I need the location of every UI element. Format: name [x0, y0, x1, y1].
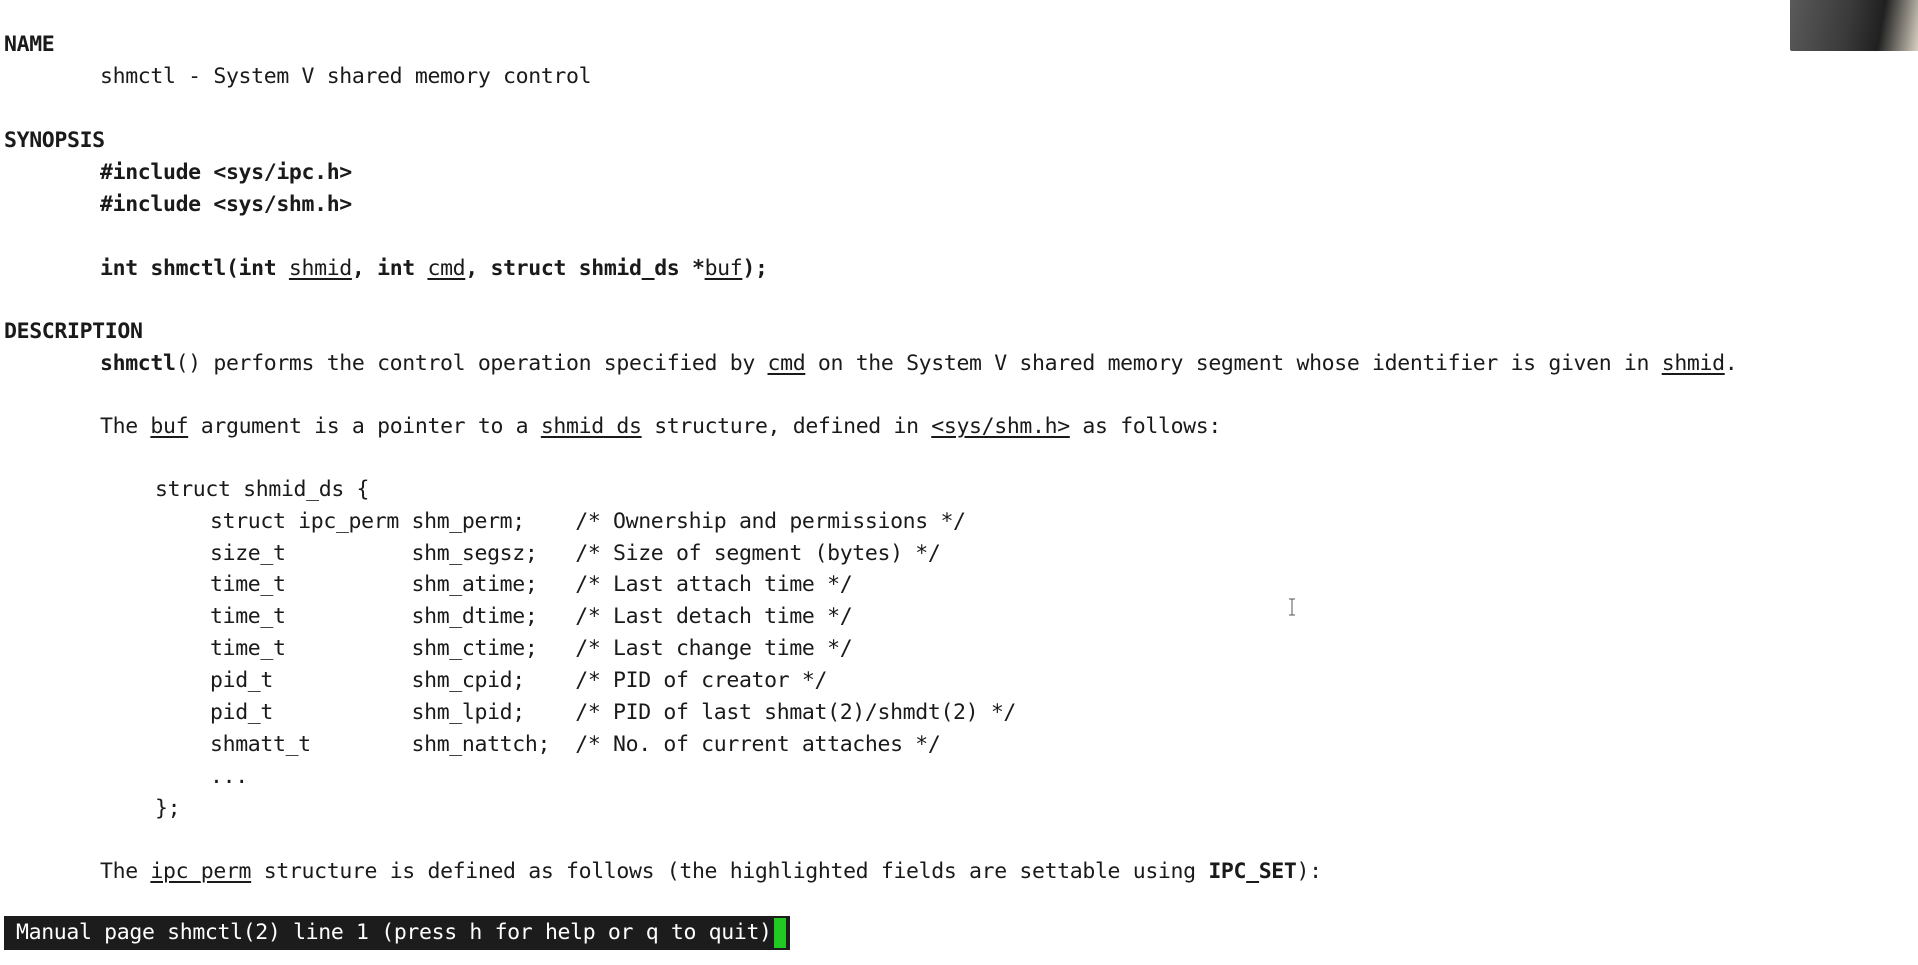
- struct-field: time_t shm_atime; /* Last attach time */: [210, 572, 853, 597]
- desc-text: as follows:: [1069, 414, 1221, 439]
- description-paragraph-2: The buf argument is a pointer to a shmid…: [100, 411, 1221, 443]
- ipc-perm-paragraph: The ipc_perm structure is defined as fol…: [100, 856, 1322, 888]
- term-shmid: shmid: [1661, 351, 1725, 376]
- struct-field: shmatt_t shm_nattch; /* No. of current a…: [210, 732, 941, 757]
- desc-text: ):: [1296, 859, 1322, 884]
- proto-text: int shmctl(int: [100, 256, 289, 281]
- param-shmid: shmid: [288, 256, 352, 281]
- section-heading-synopsis: SYNOPSIS: [4, 128, 105, 153]
- struct-open: struct shmid_ds {: [155, 477, 370, 502]
- struct-ellipsis: ...: [210, 764, 248, 789]
- terminal-cursor: [773, 918, 786, 948]
- include-ipc: #include <sys/ipc.h>: [100, 160, 352, 185]
- proto-text: , int: [351, 256, 428, 281]
- function-prototype: int shmctl(int shmid, int cmd, struct sh…: [100, 253, 768, 285]
- pager-status-bar: Manual page shmctl(2) line 1 (press h fo…: [4, 916, 790, 950]
- section-heading-name: NAME: [4, 32, 55, 57]
- term-shmid-ds: shmid_ds: [540, 414, 642, 439]
- function-name: shmctl: [100, 351, 176, 376]
- param-cmd: cmd: [427, 256, 466, 281]
- struct-close: };: [155, 796, 181, 821]
- term-buf: buf: [150, 414, 189, 439]
- struct-field: size_t shm_segsz; /* Size of segment (by…: [210, 541, 941, 566]
- term-cmd: cmd: [767, 351, 806, 376]
- include-shm: #include <sys/shm.h>: [100, 192, 352, 217]
- struct-field: pid_t shm_lpid; /* PID of last shmat(2)/…: [210, 700, 1017, 725]
- description-paragraph-1: shmctl() performs the control operation …: [100, 348, 1738, 380]
- desc-text: The: [100, 859, 151, 884]
- proto-text: , struct shmid_ds *: [465, 256, 705, 281]
- struct-field: pid_t shm_cpid; /* PID of creator */: [210, 668, 828, 693]
- desc-text: The: [100, 414, 151, 439]
- struct-field: struct ipc_perm shm_perm; /* Ownership a…: [210, 509, 966, 534]
- term-ipc-set: IPC_SET: [1208, 859, 1297, 884]
- term-ipc-perm: ipc_perm: [150, 859, 252, 884]
- terminal-window[interactable]: NAME shmctl - System V shared memory con…: [0, 0, 1918, 965]
- status-text: Manual page shmctl(2) line 1 (press h fo…: [16, 920, 772, 945]
- i-beam-cursor-icon: [1289, 598, 1295, 616]
- section-heading-description: DESCRIPTION: [4, 319, 143, 344]
- desc-text: () performs the control operation specif…: [175, 351, 768, 376]
- desc-text: on the System V shared memory segment wh…: [805, 351, 1662, 376]
- name-description: shmctl - System V shared memory control: [100, 64, 592, 89]
- param-buf: buf: [704, 256, 743, 281]
- struct-field: time_t shm_dtime; /* Last detach time */: [210, 604, 853, 629]
- desc-text: structure, defined in: [641, 414, 932, 439]
- desc-text: structure is defined as follows (the hig…: [251, 859, 1209, 884]
- desc-text: argument is a pointer to a: [188, 414, 541, 439]
- proto-text: );: [742, 256, 768, 281]
- struct-field: time_t shm_ctime; /* Last change time */: [210, 636, 853, 661]
- webcam-overlay: [1790, 0, 1918, 51]
- desc-text: .: [1724, 351, 1738, 376]
- term-header: <sys/shm.h>: [931, 414, 1070, 439]
